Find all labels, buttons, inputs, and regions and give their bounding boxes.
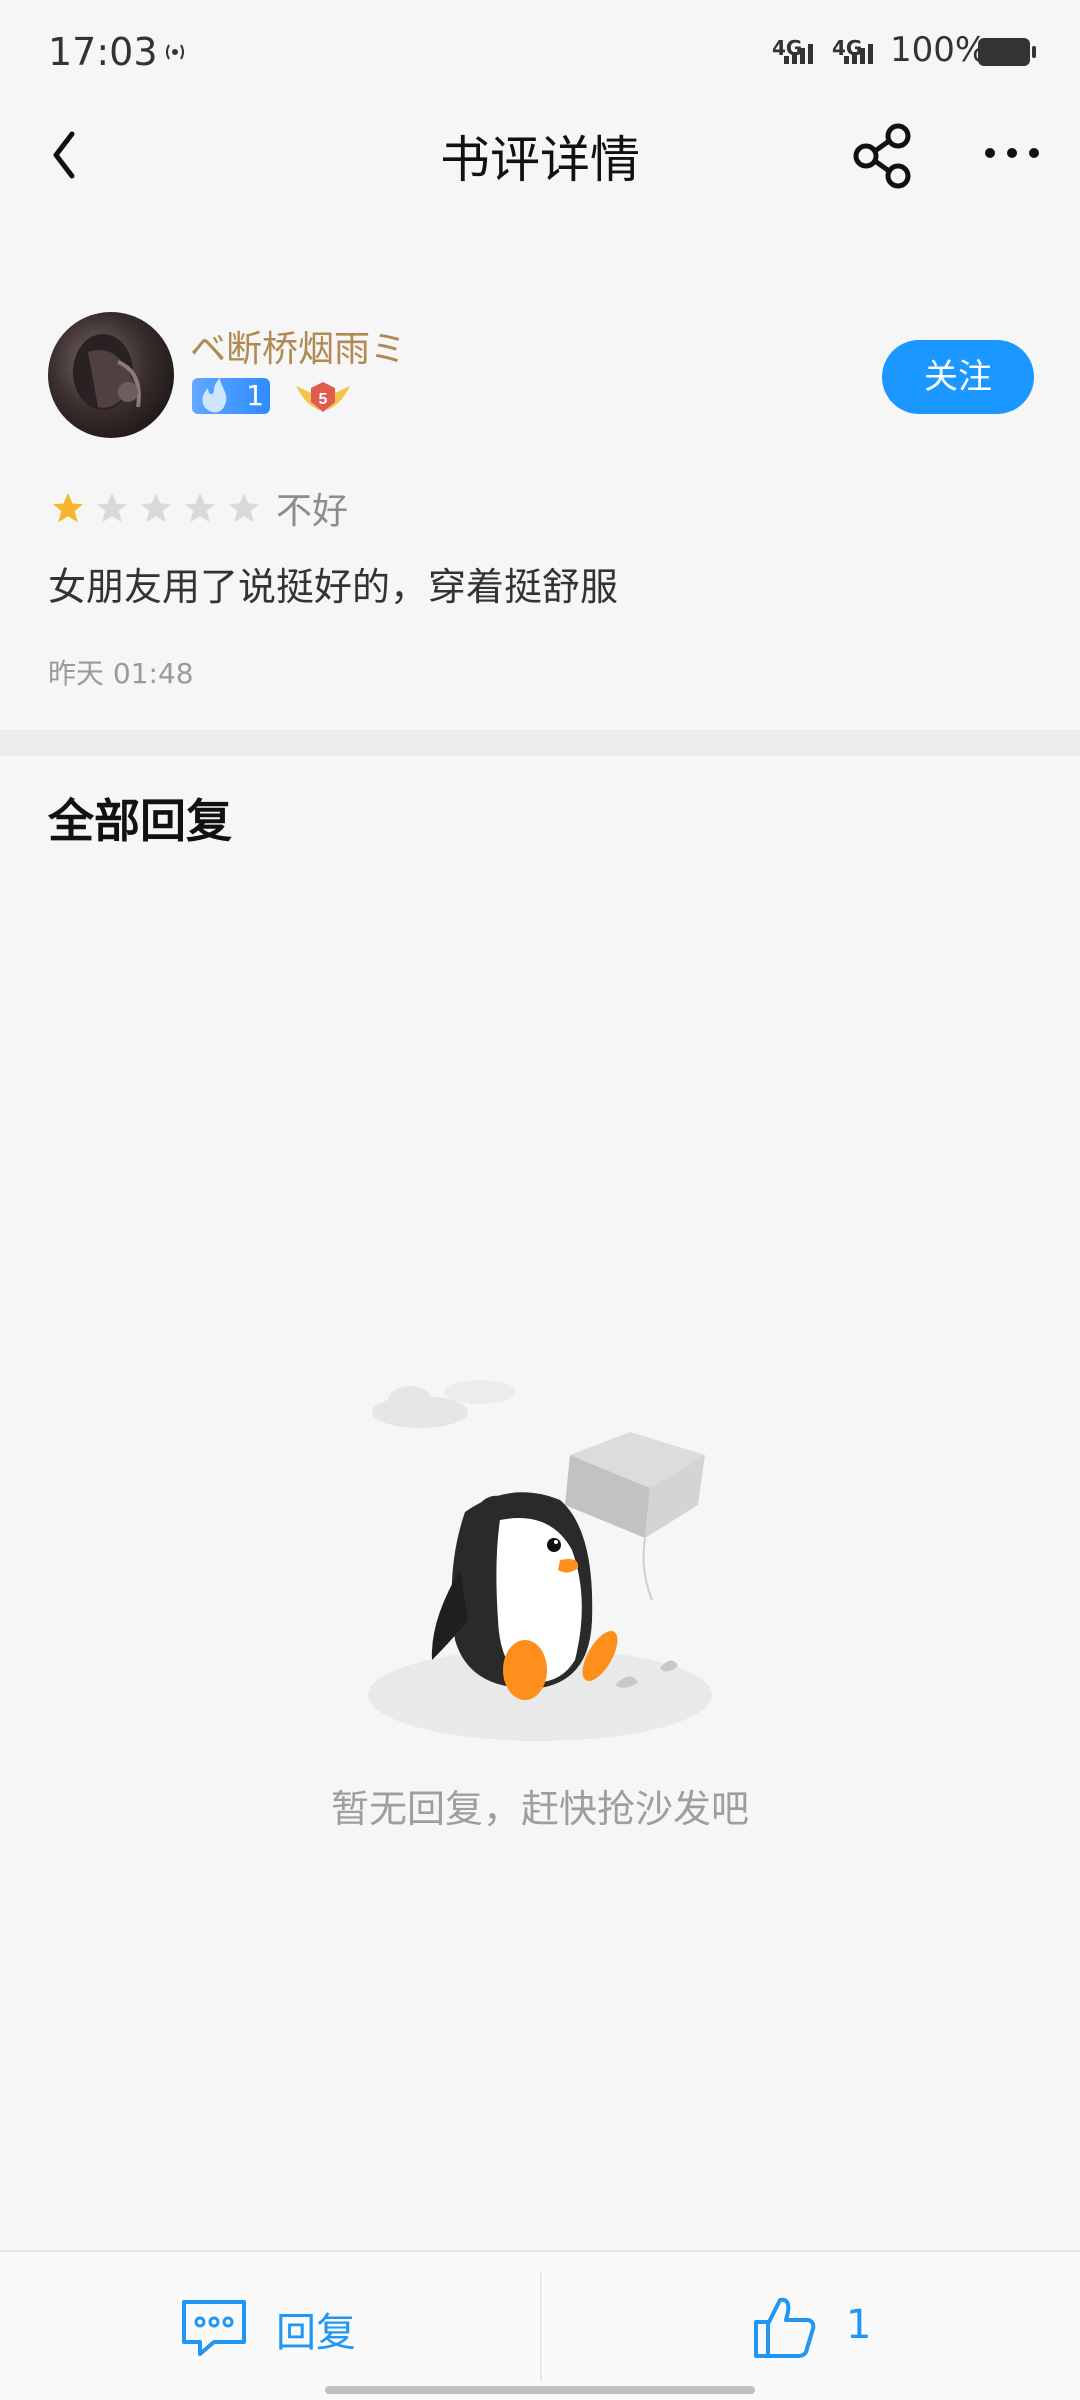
- reply-button[interactable]: 回复: [170, 2292, 430, 2362]
- battery-icon: [978, 38, 1036, 66]
- signal-bars-icon: [844, 44, 873, 64]
- star-empty-icon: [141, 493, 171, 523]
- empty-state-text: 暂无回复，赶快抢沙发吧: [330, 1787, 749, 1831]
- more-dots-icon[interactable]: [982, 128, 1042, 178]
- review-content: 女朋友用了说挺好的，穿着挺舒服: [48, 565, 619, 609]
- star-empty-icon: [97, 493, 127, 523]
- username[interactable]: ベ断桥烟雨ミ: [190, 320, 406, 372]
- medal-level: 5: [319, 391, 328, 408]
- hotspot-icon: [166, 44, 184, 60]
- replies-section-title: 全部回复: [48, 794, 232, 848]
- battery-percent: 100%: [890, 30, 988, 70]
- star-empty-icon: [185, 493, 215, 523]
- avatar-image: [73, 334, 141, 410]
- header: 书评详情: [0, 100, 1080, 210]
- signal-bars-icon: [784, 44, 813, 64]
- rating-stars: [50, 490, 262, 530]
- follow-button[interactable]: 关注: [882, 340, 1034, 414]
- empty-state-penguin-icon: [368, 1380, 712, 1741]
- reply-label: 回复: [276, 2310, 356, 2356]
- home-indicator[interactable]: [325, 2386, 755, 2394]
- star-empty-icon: [229, 493, 259, 523]
- avatar[interactable]: [48, 312, 174, 438]
- flame-icon: [202, 378, 227, 413]
- review-card: ベ断桥烟雨ミ 1 5 关注 不好 女朋友用了说挺好的，穿着挺舒服 昨天 01:4…: [0, 260, 1080, 730]
- rating-label: 不好: [276, 491, 349, 532]
- status-time: 17:03: [48, 30, 158, 74]
- status-bar: 17:03 4G 4G 100%: [0, 0, 1080, 100]
- fire-badge-level: 1: [246, 379, 264, 412]
- section-divider: [0, 730, 1080, 756]
- star-filled-icon: [53, 493, 83, 523]
- bottom-action-bar: 回复 1: [0, 2250, 1080, 2400]
- share-icon[interactable]: [848, 120, 918, 190]
- like-count: 1: [846, 2302, 872, 2348]
- page-title: 书评详情: [440, 131, 640, 189]
- review-timestamp: 昨天 01:48: [48, 657, 194, 690]
- thumbs-up-icon: [754, 2297, 816, 2358]
- bottom-bar-divider: [540, 2272, 542, 2382]
- screen: 17:03 4G 4G 100% 书评详情 ベ断桥烟雨ミ 1 5 关注 不好 女…: [0, 0, 1080, 2400]
- medal-badge-icon: 5: [296, 382, 350, 412]
- like-button[interactable]: 1: [750, 2292, 910, 2362]
- comment-icon: [182, 2300, 246, 2356]
